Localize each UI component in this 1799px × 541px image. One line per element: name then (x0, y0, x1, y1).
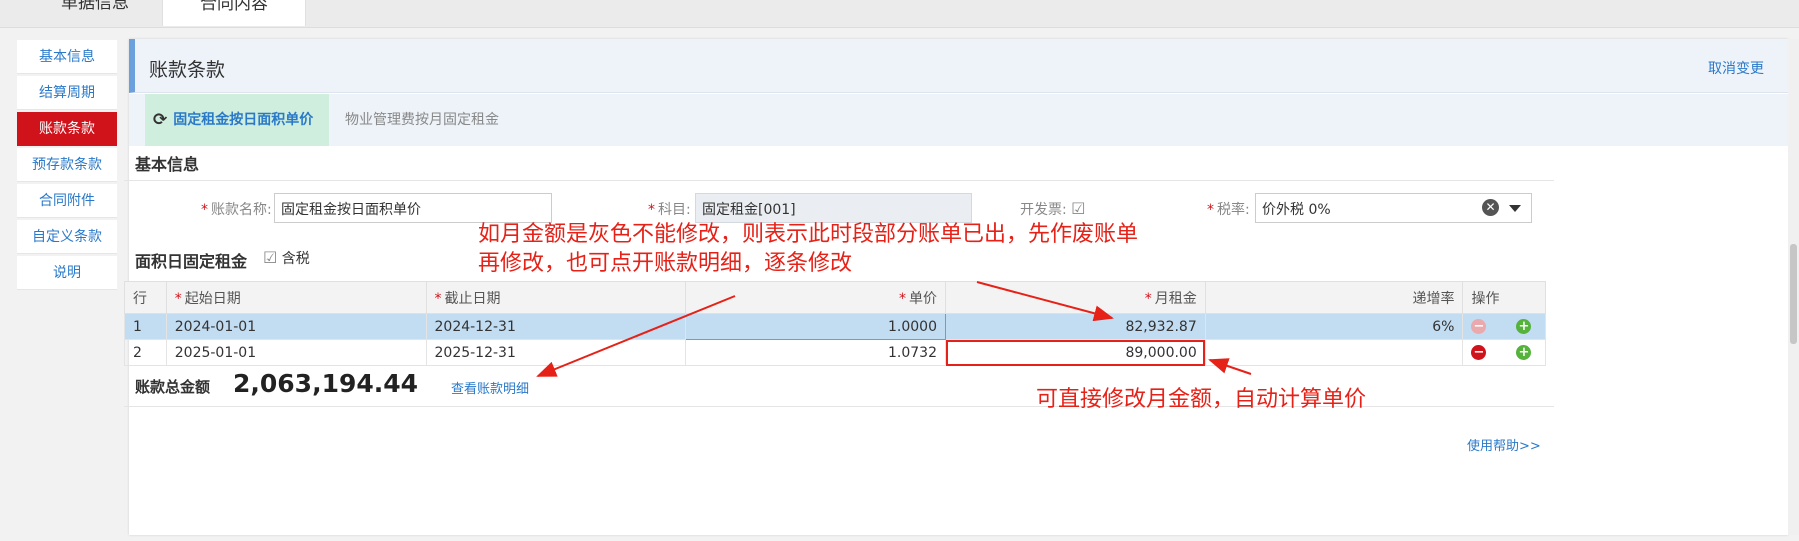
view-detail-link[interactable]: 查看账款明细 (451, 378, 529, 397)
cell-increase-rate[interactable]: 6% (1204, 313, 1464, 340)
tax-included-checkbox[interactable]: ☑ 含税 (263, 248, 310, 268)
nav-item-deposit-terms[interactable]: 预存款条款 (17, 148, 117, 182)
grid-header-row: 行 * 起始日期 * 截止日期 * 单价 * 月租金 递增率 操作 (124, 281, 1546, 314)
col-end-date: * 截止日期 (425, 281, 687, 314)
cell-start-date[interactable]: 2024-01-01 (165, 313, 427, 340)
subtab-fixed-rent-daily-area[interactable]: ⟳ 固定租金按日面积单价 (145, 94, 329, 146)
col-increase-rate: 递增率 (1204, 281, 1464, 314)
table-row[interactable]: 2 2025-01-01 2025-12-31 1.0732 89,000.00… (124, 339, 1546, 366)
col-monthly-rent: * 月租金 (945, 281, 1206, 314)
scroll-thumb[interactable] (1790, 244, 1797, 344)
refresh-icon: ⟳ (153, 110, 168, 130)
divider (124, 180, 1554, 181)
cell-operation: − + (1462, 313, 1546, 340)
nav-item-settlement-cycle[interactable]: 结算周期 (17, 76, 117, 110)
tax-rate-label: * 税率: (1207, 202, 1250, 218)
subtab-property-fee-monthly[interactable]: 物业管理费按月固定租金 (345, 94, 499, 146)
help-link[interactable]: 使用帮助>> (1467, 435, 1541, 454)
nav-item-payment-terms[interactable]: 账款条款 (17, 112, 117, 146)
col-start-date: * 起始日期 (165, 281, 427, 314)
subject-input: 固定租金[001] (695, 193, 972, 223)
remove-row-icon: − (1471, 319, 1487, 334)
panel-header: 账款条款 取消变更 (129, 39, 1788, 93)
col-row: 行 (124, 281, 167, 314)
annotation-note-1-line-1: 如月金额是灰色不能修改，则表示此时段部分账单已出，先作废账单 (478, 222, 1139, 247)
add-row-icon[interactable]: + (1516, 345, 1532, 360)
tab-document-info[interactable]: 单据信息 (30, 0, 160, 26)
invoice-checkbox-icon[interactable]: ☑ (1071, 199, 1085, 218)
col-operation: 操作 (1462, 281, 1546, 314)
nav-item-basic-info[interactable]: 基本信息 (17, 40, 117, 74)
subject-label: * 科目: (648, 202, 691, 218)
subtab-label: 固定租金按日面积单价 (173, 112, 314, 128)
add-row-icon[interactable]: + (1516, 319, 1532, 334)
annotation-note-1: 如月金额是灰色不能修改，则表示此时段部分账单已出，先作废账单 再修改，也可点开账… (478, 220, 1138, 278)
account-name-input[interactable]: 固定租金按日面积单价 (274, 193, 552, 223)
total-amount-value: 2,063,194.44 (233, 369, 419, 398)
rent-section-title: 面积日固定租金 (135, 252, 248, 271)
invoice-label: 开发票: ☑ (1020, 199, 1086, 218)
cell-monthly-rent[interactable]: 82,932.87 (945, 313, 1206, 340)
cell-start-date[interactable]: 2025-01-01 (165, 339, 427, 366)
col-unit-price: * 单价 (685, 281, 946, 314)
tax-rate-value: 价外税 0% (1262, 202, 1331, 218)
cell-row: 2 (124, 339, 167, 366)
cell-increase-rate[interactable] (1204, 339, 1464, 366)
cell-monthly-rent[interactable]: 89,000.00 (945, 339, 1206, 366)
clear-icon[interactable]: ✕ (1482, 199, 1499, 216)
total-amount-label: 账款总金额 (135, 378, 211, 396)
cell-operation: − + (1462, 339, 1546, 366)
chevron-down-icon[interactable] (1509, 205, 1521, 212)
table-row[interactable]: 1 2024-01-01 2024-12-31 1.0000 82,932.87… (124, 313, 1546, 340)
account-name-label: * 账款名称: (201, 202, 272, 218)
annotation-note-2: 可直接修改月金额，自动计算单价 (1036, 387, 1367, 412)
cell-end-date[interactable]: 2025-12-31 (425, 339, 687, 366)
tab-contract-content[interactable]: 合同内容 (162, 0, 306, 26)
term-subtabs: ⟳ 固定租金按日面积单价 物业管理费按月固定租金 (129, 94, 1788, 146)
nav-item-custom-terms[interactable]: 自定义条款 (17, 220, 117, 254)
nav-item-notes[interactable]: 说明 (17, 256, 117, 290)
annotation-note-1-line-2: 再修改，也可点开账款明细，逐条修改 (478, 251, 853, 276)
cell-end-date[interactable]: 2024-12-31 (425, 313, 687, 340)
tax-rate-select[interactable]: 价外税 0% ✕ (1255, 193, 1532, 223)
cell-row: 1 (124, 313, 167, 340)
top-tab-bar: 单据信息 合同内容 (0, 0, 1799, 28)
checkbox-icon: ☑ (263, 248, 278, 267)
remove-row-icon[interactable]: − (1471, 345, 1487, 360)
cancel-change-link[interactable]: 取消变更 (1708, 58, 1764, 78)
cell-unit-price[interactable]: 1.0732 (685, 339, 946, 366)
panel-title: 账款条款 (149, 59, 226, 81)
scrollbar[interactable] (1788, 39, 1799, 535)
nav-item-attachments[interactable]: 合同附件 (17, 184, 117, 218)
basic-info-title: 基本信息 (135, 155, 200, 174)
rent-grid: 行 * 起始日期 * 截止日期 * 单价 * 月租金 递增率 操作 1 2024-01-… (124, 281, 1546, 366)
left-nav: 基本信息 结算周期 账款条款 预存款条款 合同附件 自定义条款 说明 (17, 40, 117, 292)
cell-unit-price[interactable]: 1.0000 (685, 313, 946, 340)
